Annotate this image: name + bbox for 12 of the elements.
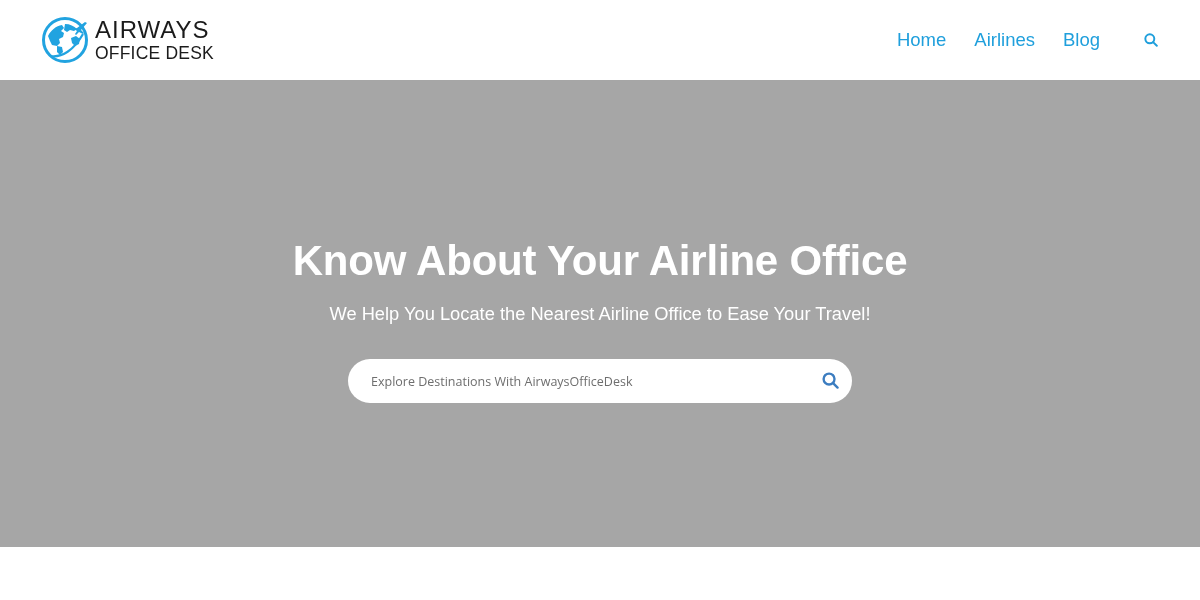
hero-title: Know About Your Airline Office: [292, 236, 908, 286]
nav-link[interactable]: Blog: [1062, 29, 1100, 51]
globe-icon: [41, 16, 89, 64]
nav-link[interactable]: Home: [896, 29, 947, 51]
hero-subtitle: We Help You Locate the Nearest Airline Office to Ease Your Travel!: [329, 302, 871, 326]
search-field[interactable]: Explore Destinations With AirwaysOfficeDesk: [348, 359, 852, 403]
logo-text: AIRWAYS: [95, 17, 211, 42]
logo-text: OFFICE DESK: [95, 44, 214, 63]
search-icon[interactable]: [822, 372, 839, 389]
nav-link[interactable]: Airlines: [974, 29, 1035, 51]
search-icon: [1144, 33, 1158, 47]
search-button[interactable]: [1144, 33, 1158, 47]
